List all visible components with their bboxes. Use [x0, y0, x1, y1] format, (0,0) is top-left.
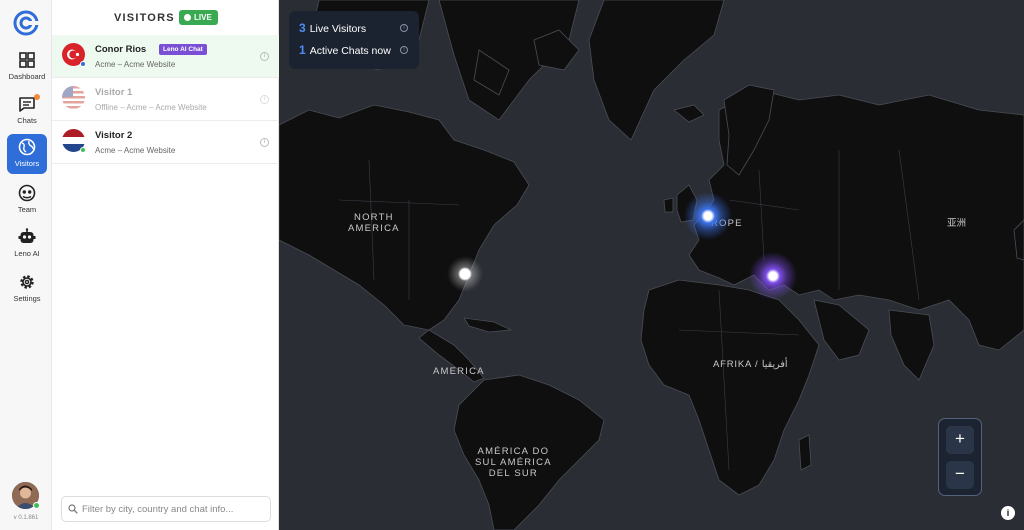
- map-label-asia: 亚洲: [947, 218, 967, 229]
- nav-leno-ai[interactable]: Leno AI: [7, 224, 47, 264]
- active-chats-stat: 1 Active Chats now: [299, 43, 391, 59]
- usa-flag-icon: [62, 86, 85, 109]
- map-label-america: AMERICA: [433, 366, 485, 377]
- page-title: VISITORS: [114, 12, 175, 24]
- visitor-name: Visitor 2: [95, 130, 133, 141]
- team-icon: [18, 184, 36, 202]
- nav-dashboard-label: Dashboard: [8, 72, 46, 81]
- info-icon[interactable]: i: [260, 52, 269, 61]
- info-icon[interactable]: i: [400, 46, 408, 54]
- nav-visitors[interactable]: Visitors: [7, 134, 47, 174]
- map-info-button[interactable]: i: [1001, 506, 1015, 520]
- map-label-africa: AFRIKA / أفريقيا: [713, 359, 788, 370]
- live-visitors-stat: 3 Live Visitors: [299, 21, 366, 37]
- nav-team[interactable]: Team: [7, 180, 47, 220]
- visitor-name: Visitor 1: [95, 87, 133, 98]
- map-label-south-america: AMÉRICA DO SUL AMÉRICA DEL SUR: [475, 446, 552, 479]
- zoom-out-button[interactable]: −: [946, 461, 974, 489]
- nav-leno-ai-label: Leno AI: [14, 249, 40, 258]
- nav-chats-label: Chats: [17, 116, 37, 125]
- chats-notification-dot: [34, 94, 40, 100]
- live-visitors-label: Live Visitors: [309, 23, 367, 35]
- live-visitors-count: 3: [299, 21, 306, 35]
- gear-icon: [20, 275, 34, 289]
- filter-box[interactable]: [61, 496, 271, 522]
- map-label-line: DEL SUR: [488, 468, 538, 479]
- visitor-row[interactable]: Conor Rios Leno AI Chat Acme – Acme Webs…: [52, 35, 279, 78]
- map-label-line: AMERICA: [348, 223, 400, 234]
- map-label-line: NORTH: [354, 212, 394, 223]
- nav-settings-label: Settings: [13, 294, 41, 303]
- visitors-panel: VISITORS LIVE Conor Rios Leno AI Chat Ac…: [52, 0, 279, 530]
- grid-icon: [19, 52, 35, 68]
- robot-icon: [18, 228, 36, 243]
- leno-ai-chat-badge: Leno AI Chat: [159, 44, 207, 55]
- nav-team-label: Team: [17, 205, 37, 214]
- live-stats-panel: 3 Live Visitors i 1 Active Chats now i: [289, 11, 419, 69]
- map-landmass: [279, 0, 1024, 530]
- visitor-subtitle: Acme – Acme Website: [95, 146, 176, 155]
- visitor-location-pin[interactable]: [749, 252, 797, 300]
- visitors-header: VISITORS LIVE: [52, 0, 279, 34]
- nav-chats[interactable]: Chats: [7, 91, 47, 131]
- search-icon: [68, 504, 78, 514]
- info-icon[interactable]: i: [260, 138, 269, 147]
- visitor-location-pin[interactable]: [447, 256, 483, 292]
- visitor-name: Conor Rios: [95, 44, 147, 55]
- visitor-subtitle: Offline – Acme – Acme Website: [95, 103, 207, 112]
- info-icon[interactable]: i: [400, 24, 408, 32]
- active-chats-count: 1: [299, 43, 306, 57]
- world-map[interactable]: NORTH AMERICA ROPE 亚洲 AMERICA AFRIKA / أ…: [279, 0, 1024, 530]
- visitor-status-dot: [80, 147, 86, 153]
- nav-visitors-label: Visitors: [14, 159, 40, 168]
- globe-icon: [18, 138, 36, 156]
- filter-input[interactable]: [82, 501, 266, 518]
- zoom-controls: + −: [938, 418, 982, 496]
- visitor-subtitle: Acme – Acme Website: [95, 60, 176, 69]
- info-icon[interactable]: i: [260, 95, 269, 104]
- app-logo-icon[interactable]: [13, 10, 39, 36]
- map-label-line: SUL AMÉRICA: [475, 457, 552, 468]
- main-navigation: Dashboard Chats Visitors Team Leno AI Se…: [0, 0, 52, 530]
- nav-settings[interactable]: Settings: [7, 269, 47, 309]
- map-label-line: AMÉRICA DO: [477, 446, 550, 457]
- zoom-in-button[interactable]: +: [946, 426, 974, 454]
- visitor-row[interactable]: Visitor 1 Offline – Acme – Acme Website …: [52, 78, 279, 121]
- map-label-north-america: NORTH AMERICA: [348, 212, 400, 234]
- visitor-status-dot: [80, 61, 86, 67]
- app-version: v 0.1.861: [13, 515, 39, 521]
- visitor-location-pin[interactable]: [684, 192, 732, 240]
- visitor-row[interactable]: Visitor 2 Acme – Acme Website i: [52, 121, 279, 164]
- nav-dashboard[interactable]: Dashboard: [7, 47, 47, 87]
- active-chats-label: Active Chats now: [309, 45, 391, 57]
- online-status-dot: [33, 502, 40, 509]
- live-badge: LIVE: [179, 10, 218, 25]
